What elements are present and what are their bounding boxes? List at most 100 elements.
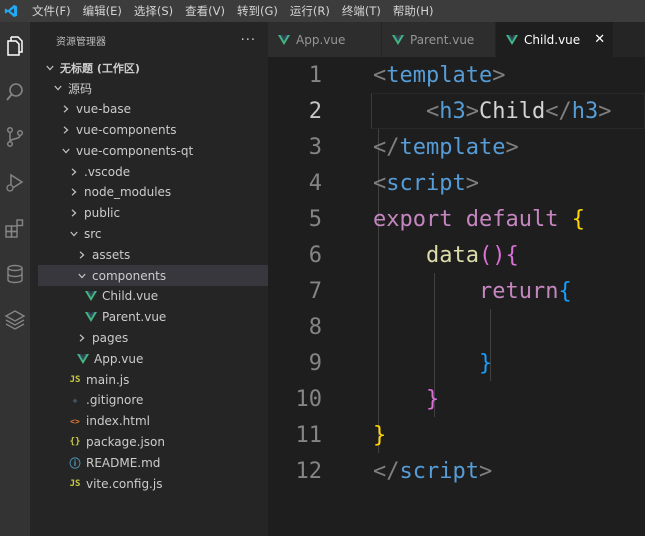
tree-file[interactable]: JS vite.config.js — [38, 473, 268, 494]
tree-folder[interactable]: 源码 — [38, 78, 268, 99]
code-text: < h3 > Child </h3 > — [425, 98, 612, 124]
tree-file[interactable]: Parent.vue — [38, 307, 268, 328]
code-text: } — [373, 422, 387, 448]
tree-folder[interactable]: vue-components — [38, 119, 268, 140]
line-number: 4 — [308, 170, 322, 196]
vue-file-icon — [76, 353, 90, 364]
code-line: 11} — [268, 417, 645, 453]
code-editor[interactable]: 1 < template > 2 < h3 > Child </h3 > 3 </template > 4… — [268, 57, 645, 536]
tree-item-label: node_modules — [84, 185, 172, 200]
tree-folder[interactable]: src — [38, 223, 268, 244]
chevron-right-icon — [60, 105, 72, 113]
activity-bar — [0, 22, 30, 536]
tree-item-label: vite.config.js — [86, 476, 163, 491]
chevron-right-icon — [68, 209, 80, 217]
tree-file[interactable]: ◆ .gitignore — [38, 390, 268, 411]
menu-item[interactable]: 运行(R) — [284, 0, 336, 22]
code-text: < script > — [373, 170, 479, 196]
tree-file[interactable]: <> index.html — [38, 411, 268, 432]
tree-file[interactable]: App.vue — [38, 348, 268, 369]
close-tab-icon[interactable]: ✕ — [594, 32, 605, 47]
tab-label: Child.vue — [524, 32, 581, 47]
code-text: } — [478, 350, 493, 376]
code-text: } — [425, 386, 440, 412]
menu-item[interactable]: 转到(G) — [231, 0, 284, 22]
code-line: 4 < script > — [268, 165, 645, 201]
explorer-header: 资源管理器 ··· — [38, 22, 268, 58]
run-debug-icon[interactable] — [3, 171, 27, 195]
tree-folder[interactable]: .vscode — [38, 161, 268, 182]
tree-item-label: 源码 — [68, 81, 93, 96]
extensions-icon[interactable] — [3, 216, 27, 240]
vscode-logo-icon — [0, 0, 22, 22]
json-file-icon: {} — [69, 436, 81, 447]
tree-item-label: main.js — [86, 372, 130, 387]
database-icon[interactable] — [3, 262, 27, 286]
line-number: 7 — [308, 278, 322, 304]
tree-item-label: vue-components-qt — [76, 143, 194, 158]
code-line: 12 </script > — [268, 453, 645, 489]
explorer-sidebar: 资源管理器 ··· 无标题 (工作区) 源码 vue-base vue-compone… — [38, 22, 268, 536]
tree-item-label: README.md — [86, 455, 161, 470]
tree-item-label: 无标题 (工作区) — [60, 61, 140, 75]
tree-folder[interactable]: 无标题 (工作区) — [38, 57, 268, 78]
line-number: 9 — [308, 350, 322, 376]
tree-item-label: vue-components — [76, 122, 177, 137]
menu-bar: 文件(F) 编辑(E) 选择(S) 查看(V) 转到(G) 运行(R) 终端(T) 帮助(H) — [22, 0, 439, 22]
tree-file[interactable]: Child.vue — [38, 286, 268, 307]
menu-item[interactable]: 文件(F) — [26, 0, 77, 22]
tree-item-label: pages — [92, 330, 129, 345]
info-file-icon: ⓘ — [69, 456, 81, 470]
chevron-right-icon — [76, 251, 88, 259]
git-file-icon: ◆ — [72, 395, 78, 405]
code-text: </script > — [373, 458, 493, 484]
layers-icon[interactable] — [3, 307, 27, 331]
editor-tab[interactable]: App.vue — [268, 22, 382, 57]
tree-item-label: assets — [92, 247, 131, 262]
vue-file-icon — [84, 312, 98, 323]
line-number: 8 — [308, 314, 322, 340]
menu-item[interactable]: 终端(T) — [336, 0, 387, 22]
search-icon[interactable] — [3, 80, 27, 104]
tree-file[interactable]: JS main.js — [38, 369, 268, 390]
tree-item-label: index.html — [86, 414, 150, 429]
tree-folder[interactable]: public — [38, 203, 268, 224]
tree-item-label: package.json — [86, 434, 166, 449]
chevron-down-icon — [44, 64, 56, 72]
code-line: 1 < template > — [268, 57, 645, 93]
tree-folder[interactable]: vue-components-qt — [38, 140, 268, 161]
tree-item-label: Parent.vue — [102, 310, 167, 325]
explorer-icon[interactable] — [3, 34, 27, 58]
code-text: </template > — [373, 134, 519, 160]
line-number: 1 — [308, 62, 322, 88]
tree-file[interactable]: {} package.json — [38, 431, 268, 452]
line-number: 11 — [295, 422, 323, 448]
code-line: 5 export default { — [268, 201, 645, 237]
source-control-icon[interactable] — [3, 125, 27, 149]
html-file-icon: <> — [70, 416, 80, 426]
tree-folder[interactable]: assets — [38, 244, 268, 265]
editor-tab[interactable]: Parent.vue — [382, 22, 496, 57]
menu-item[interactable]: 选择(S) — [128, 0, 179, 22]
vue-file-icon — [392, 34, 404, 45]
tree-folder[interactable]: vue-base — [38, 99, 268, 120]
chevron-right-icon — [76, 334, 88, 342]
code-text: export default { — [373, 206, 585, 232]
editor-tab[interactable]: Child.vue ✕ — [496, 22, 614, 57]
code-line: 7 return{ — [268, 273, 645, 309]
more-actions-icon[interactable]: ··· — [241, 33, 256, 48]
code-line: 8 — [268, 309, 645, 345]
tree-file[interactable]: ⓘ README.md — [38, 452, 268, 473]
tree-folder[interactable]: node_modules — [38, 182, 268, 203]
vue-file-icon — [278, 34, 290, 45]
menu-item[interactable]: 查看(V) — [179, 0, 231, 22]
code-text: < template > — [373, 62, 506, 88]
tree-folder[interactable]: pages — [38, 327, 268, 348]
menu-item[interactable]: 编辑(E) — [77, 0, 128, 22]
line-number: 10 — [295, 386, 323, 412]
tree-folder[interactable]: components — [38, 265, 268, 286]
line-number: 5 — [308, 206, 322, 232]
title-bar: 文件(F) 编辑(E) 选择(S) 查看(V) 转到(G) 运行(R) 终端(T) 帮助(H) — [0, 0, 645, 22]
chevron-right-icon — [68, 167, 80, 176]
menu-item[interactable]: 帮助(H) — [387, 0, 440, 22]
